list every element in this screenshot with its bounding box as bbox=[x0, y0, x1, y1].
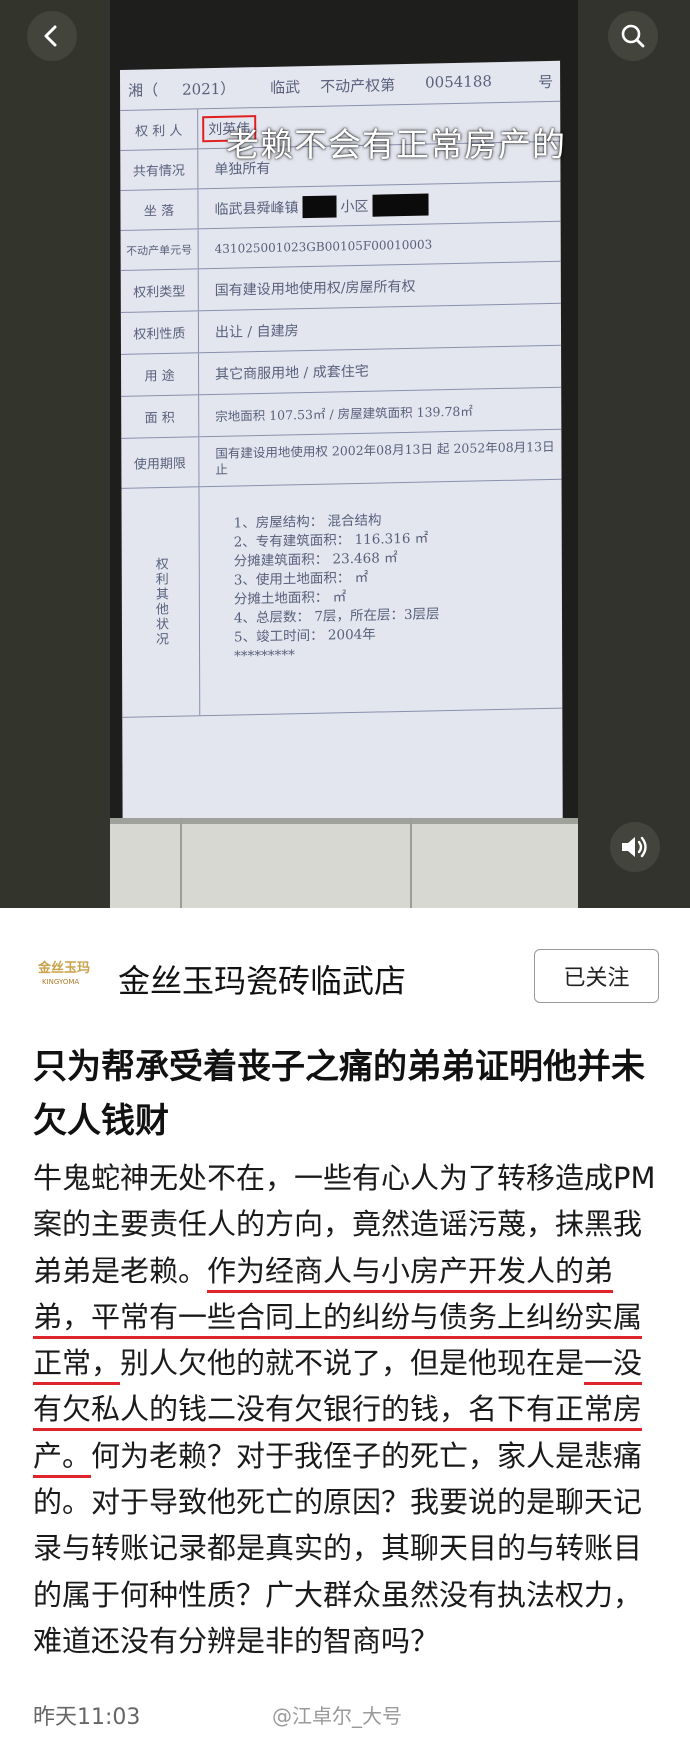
cert-value: 宗地面积 107.53㎡ / 房屋建筑面积 139.78㎡ bbox=[215, 403, 473, 424]
property-certificate-image: 湘（ 2021） 临武 不动产权第 0054188 号 权 利 人 刘英伟 共有… bbox=[120, 60, 563, 855]
certificate-table: 权 利 人 刘英伟 共有情况 单独所有 坐 落 临武县舜峰镇 小区 不动产单元号… bbox=[120, 100, 563, 718]
cert-row: 使用期限 国有建设用地使用权 2002年08月13日 起 2052年08月13日… bbox=[121, 428, 562, 488]
cert-label: 权利类型 bbox=[120, 269, 199, 312]
floor-tiles bbox=[110, 818, 578, 908]
svg-text:金丝玉玛: 金丝玉玛 bbox=[37, 960, 90, 976]
cert-number: 0054188 bbox=[425, 72, 492, 92]
account-row: 金丝玉玛 KINGYOMA 金丝玉玛瓷砖临武店 已关注 bbox=[0, 908, 690, 1036]
cert-label: 权利其他状况 bbox=[121, 487, 201, 717]
cert-year: 2021） bbox=[182, 79, 236, 99]
post-text: 何为老赖？对于我侄子的死亡，家人是悲痛的。对于导致他死亡的原因？我要说的是聊天记… bbox=[33, 1438, 643, 1658]
search-button[interactable] bbox=[608, 11, 658, 61]
post-title: 只为帮承受着丧子之痛的弟弟证明他并未欠人钱财 bbox=[33, 1047, 645, 1141]
other-status-item: ********* bbox=[234, 647, 295, 665]
account-logo[interactable]: 金丝玉玛 KINGYOMA bbox=[36, 954, 96, 990]
post-time: 昨天11:03 bbox=[33, 1705, 141, 1730]
cert-label: 使用期限 bbox=[121, 437, 200, 488]
redaction-block bbox=[302, 194, 337, 218]
sound-button[interactable] bbox=[610, 822, 660, 872]
video-blur-right bbox=[578, 0, 690, 908]
location-prefix: 临武县舜峰镇 bbox=[214, 199, 299, 218]
post-text: 别人欠他的就不说了，但是他现在是 bbox=[120, 1346, 585, 1381]
cert-value: 其它商服用地 / 成套住宅 bbox=[215, 363, 369, 383]
cert-label: 坐 落 bbox=[120, 189, 199, 230]
cert-value: 临武县舜峰镇 小区 bbox=[198, 182, 560, 229]
cert-label: 权 利 人 bbox=[120, 109, 199, 150]
cert-other-status: 权利其他状况 1、房屋结构： 混合结构 2、专有建筑面积： 116.316 ㎡ … bbox=[121, 478, 563, 718]
post-body: 牛鬼蛇神无处不在，一些有心人为了转移造成PM案的主要责任人的方向，竟然造谣污蔑，… bbox=[33, 1155, 665, 1664]
account-name[interactable]: 金丝玉玛瓷砖临武店 bbox=[118, 956, 406, 1002]
cert-suffix: 号 bbox=[538, 72, 554, 92]
speaker-icon bbox=[622, 836, 647, 858]
svg-text:KINGYOMA: KINGYOMA bbox=[42, 978, 79, 986]
back-button[interactable] bbox=[27, 11, 77, 61]
redaction-block bbox=[372, 193, 429, 217]
cert-value: 国有建设用地使用权/房屋所有权 bbox=[214, 278, 416, 299]
chevron-left-icon bbox=[44, 25, 57, 47]
brand-logo-icon: 金丝玉玛 KINGYOMA bbox=[37, 960, 90, 986]
cert-label: 不动产单元号 bbox=[120, 229, 199, 270]
certificate-header: 湘（ 2021） 临武 不动产权第 0054188 号 bbox=[120, 61, 560, 102]
cert-label: 面 积 bbox=[121, 395, 200, 438]
cert-value: 出让 / 自建房 bbox=[214, 322, 299, 341]
follow-button[interactable]: 已关注 bbox=[534, 949, 659, 1003]
cert-label: 用 途 bbox=[120, 353, 200, 396]
location-mid: 小区 bbox=[340, 198, 369, 215]
cert-label: 共有情况 bbox=[120, 149, 199, 190]
video-caption: 老赖不会有正常房产的 bbox=[226, 125, 566, 164]
watermark: @江卓尔_大号 bbox=[272, 1704, 402, 1728]
search-icon bbox=[621, 24, 645, 48]
cert-value: 431025001023GB00105F00010003 bbox=[214, 236, 433, 256]
video-player[interactable]: 湘（ 2021） 临武 不动产权第 0054188 号 权 利 人 刘英伟 共有… bbox=[0, 0, 690, 908]
cert-county: 临武 bbox=[270, 78, 301, 97]
cert-prefix: 湘（ bbox=[128, 81, 159, 100]
cert-type: 不动产权第 bbox=[320, 76, 396, 96]
cert-label: 权利性质 bbox=[120, 311, 200, 354]
cert-value: 国有建设用地使用权 2002年08月13日 起 2052年08月13日 止 bbox=[215, 438, 555, 477]
other-status-list: 1、房屋结构： 混合结构 2、专有建筑面积： 116.316 ㎡ 分摊建筑面积：… bbox=[199, 482, 440, 715]
video-blur-left bbox=[0, 0, 110, 908]
